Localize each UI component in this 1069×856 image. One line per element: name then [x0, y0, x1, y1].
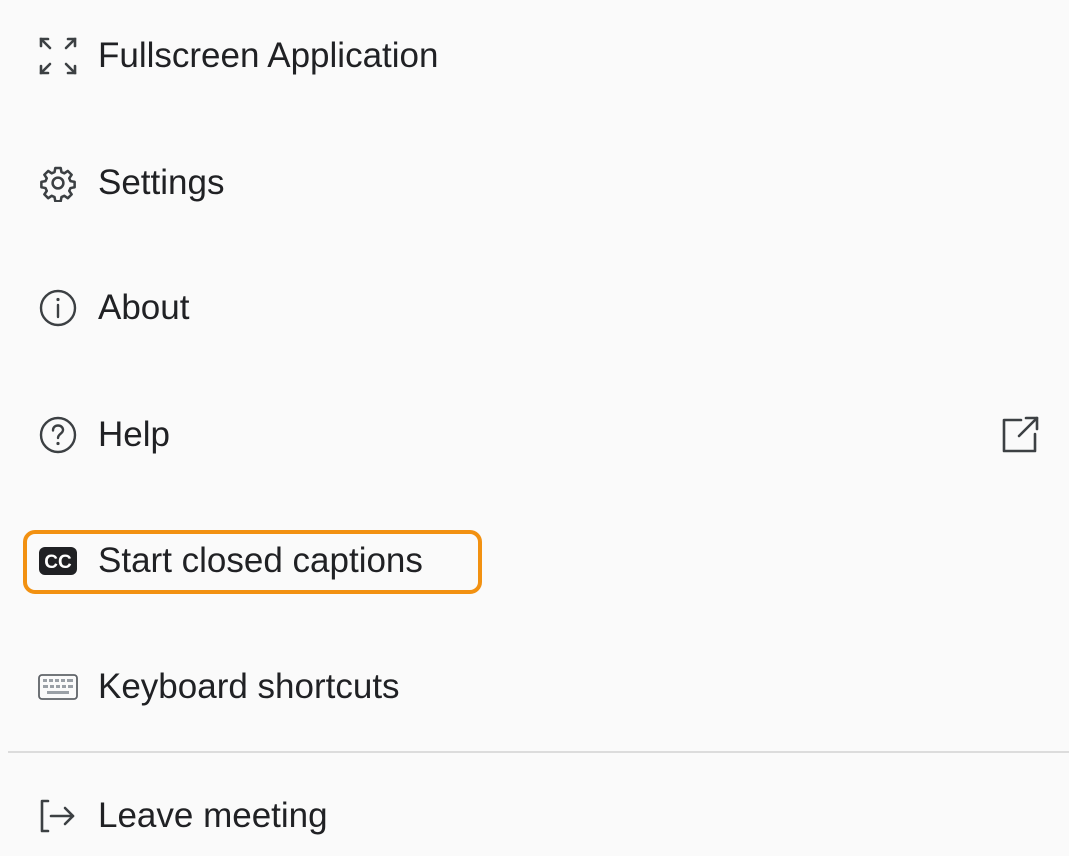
menu-item-about[interactable]: About: [0, 268, 1069, 348]
menu-item-label: Leave meeting: [98, 796, 328, 835]
closed-captions-icon: CC: [38, 541, 78, 581]
menu-item-label: About: [98, 288, 190, 327]
info-icon: [38, 288, 78, 328]
menu-item-fullscreen[interactable]: Fullscreen Application: [0, 16, 1069, 96]
gear-icon: [38, 163, 78, 203]
svg-text:CC: CC: [44, 552, 72, 573]
options-menu: Fullscreen Application Settings About He…: [0, 0, 1069, 844]
help-icon: [38, 415, 78, 455]
external-link-icon: [999, 414, 1041, 456]
menu-item-label: Start closed captions: [98, 541, 423, 580]
menu-item-label: Help: [98, 415, 170, 454]
menu-item-keyboard-shortcuts[interactable]: Keyboard shortcuts: [0, 647, 1069, 727]
menu-item-label: Keyboard shortcuts: [98, 667, 400, 706]
menu-item-label: Fullscreen Application: [98, 36, 439, 75]
menu-divider: [8, 751, 1069, 753]
fullscreen-icon: [38, 36, 78, 76]
keyboard-icon: [38, 667, 78, 707]
menu-item-help[interactable]: Help: [0, 395, 1069, 475]
menu-item-leave-meeting[interactable]: Leave meeting: [0, 776, 1069, 856]
menu-item-settings[interactable]: Settings: [0, 143, 1069, 223]
menu-item-label: Settings: [98, 163, 225, 202]
menu-item-closed-captions[interactable]: CC Start closed captions: [0, 521, 1069, 601]
leave-icon: [38, 796, 78, 836]
